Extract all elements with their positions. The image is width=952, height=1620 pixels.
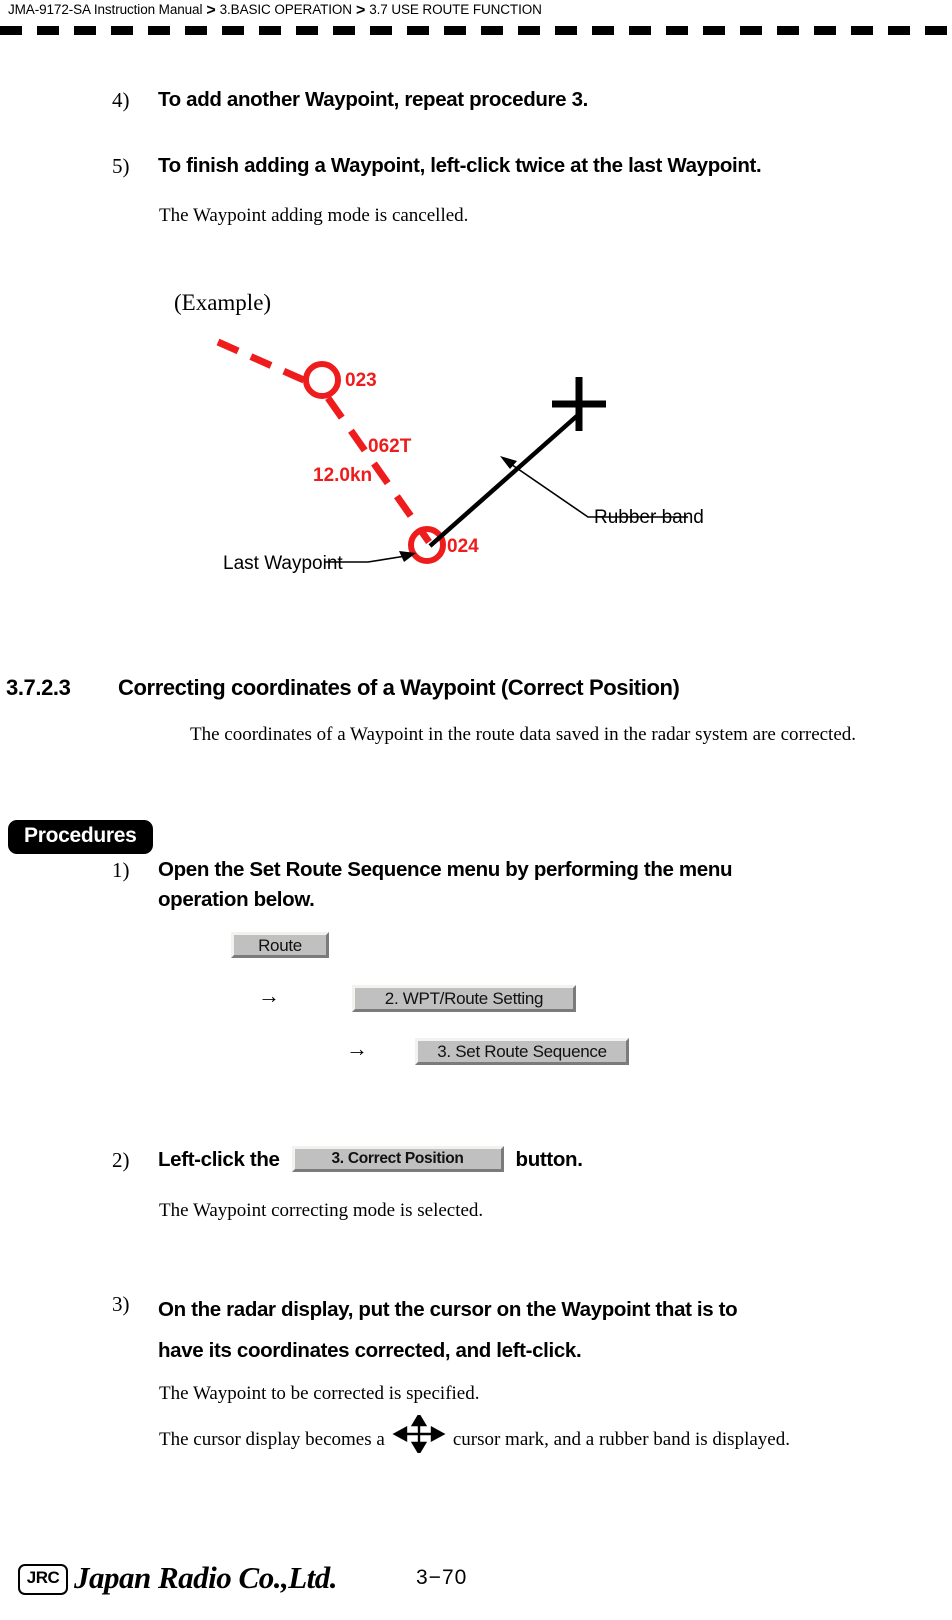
menu-button-set-route-sequence[interactable]: 3. Set Route Sequence [415,1038,629,1065]
section-heading: 3.7.2.3 Correcting coordinates of a Wayp… [6,675,946,701]
procedure-step-1-line2: operation below. [158,888,315,911]
procedure-step-2-post: button. [515,1148,583,1171]
procedure-step-1-line1: Open the Set Route Sequence menu by perf… [158,858,733,881]
note-cursor-becomes: The cursor display becomes a cursor mark,… [159,1412,919,1461]
example-label: (Example) [174,290,272,315]
section-title: Correcting coordinates of a Waypoint (Co… [118,675,680,700]
breadcrumb-separator-1: > [206,2,216,19]
procedure-step-2-number: 2) [112,1148,130,1172]
step-4-text: To add another Waypoint, repeat procedur… [158,88,588,111]
procedure-step-3-line1: On the radar display, put the cursor on … [158,1298,738,1321]
step-4-number: 4) [112,88,130,112]
menu-path-arrow-2: → [346,1036,368,1061]
route-example-diagram: (Example) 023 024 062T 12.0kn Rubber ban… [150,270,770,600]
menu-button-route[interactable]: Route [231,932,329,958]
procedure-step-2-pre: Left-click the [158,1148,280,1171]
menu-path-arrow-1: → [258,983,280,1008]
procedure-step-2-text: Left-click the 3. Correct Position button. [158,1145,583,1175]
diagram-svg: 023 024 062T 12.0kn Rubber band Last Way… [216,338,704,574]
procedure-step-1-number: 1) [112,858,130,882]
last-waypoint-label: Last Waypoint [223,553,343,574]
breadcrumb-section: 3.7 USE ROUTE FUNCTION [369,2,542,17]
rubber-band-line [428,413,580,548]
note-cursor-pre: The cursor display becomes a [159,1429,385,1450]
breadcrumb-separator-2: > [355,2,366,19]
procedure-step-3-text: On the radar display, put the cursor on … [158,1289,738,1371]
breadcrumb-chapter: 3.BASIC OPERATION [219,2,352,17]
jrc-logo-mark: JRC [18,1564,68,1595]
bearing-label: 062T [368,436,412,457]
procedure-step-2: 2) Left-click the 3. Correct Position butt… [112,1145,932,1175]
breadcrumb-manual: JMA-9172-SA Instruction Manual [8,2,203,17]
breadcrumb: JMA-9172-SA Instruction Manual >3.BASIC O… [8,0,944,22]
waypoint-024-label: 024 [447,536,479,557]
waypoint-023-marker [303,361,341,399]
route-leg-upper [216,338,317,389]
rubber-band-label: Rubber band [594,507,704,528]
step-5-number: 5) [112,154,130,178]
step-4: 4) To add another Waypoint, repeat proce… [112,85,588,115]
note-coordinates-corrected: The coordinates of a Waypoint in the rou… [190,724,857,745]
procedure-step-1: 1) Open the Set Route Sequence menu by p… [112,855,912,915]
header-dashed-divider [0,26,952,35]
waypoint-023-label: 023 [345,370,377,391]
procedure-step-1-text: Open the Set Route Sequence menu by perf… [158,855,733,915]
menu-button-correct-position[interactable]: 3. Correct Position [291,1146,504,1172]
cursor-cross-mark [552,377,606,431]
four-way-cursor-icon [391,1412,447,1461]
procedure-step-3-number: 3) [112,1292,130,1316]
note-mode-selected: The Waypoint correcting mode is selected… [159,1200,484,1221]
note-cursor-post: cursor mark, and a rubber band is displa… [452,1429,790,1450]
procedure-step-3: 3) On the radar display, put the cursor … [112,1289,942,1371]
page-number: 3−70 [416,1566,468,1589]
step-5: 5) To finish adding a Waypoint, left-cli… [112,151,762,181]
note-waypoint-specified: The Waypoint to be corrected is specifie… [159,1383,480,1404]
step-5-text: To finish adding a Waypoint, left-click … [158,154,762,177]
page-footer: JRC Japan Radio Co.,Ltd. 3−70 [18,1560,934,1604]
company-name: Japan Radio Co.,Ltd. [74,1560,338,1595]
procedure-step-3-line2: have its coordinates corrected, and left… [158,1339,582,1362]
procedures-badge: Procedures [8,820,153,854]
section-number: 3.7.2.3 [6,675,71,700]
speed-label: 12.0kn [313,465,372,486]
note-adding-cancelled: The Waypoint adding mode is cancelled. [159,205,469,226]
menu-button-wpt-route-setting[interactable]: 2. WPT/Route Setting [352,985,576,1012]
